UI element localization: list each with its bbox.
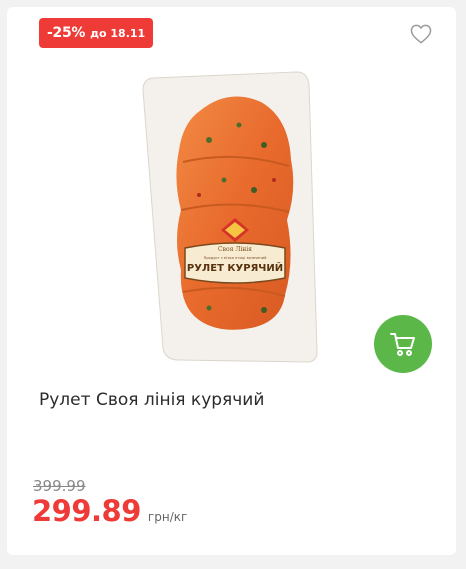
package-brand: Своя Лінія [218, 246, 252, 253]
discount-until: до 18.11 [90, 26, 146, 40]
current-price: 299.89 [32, 494, 141, 528]
product-image[interactable]: Своя Лінія Продукт з м'яса птиці запечен… [139, 70, 319, 366]
old-price: 399.99 [33, 477, 86, 495]
discount-percent: -25% [47, 25, 86, 41]
heart-outline-icon [410, 24, 432, 44]
cart-icon [390, 333, 415, 356]
favorite-button[interactable] [407, 21, 435, 47]
add-to-cart-button[interactable] [374, 315, 432, 373]
product-title[interactable]: Рулет Своя лінія курячий [39, 390, 439, 410]
product-card[interactable]: -25% до 18.11 Своя Лінія Продукт з м'яса… [7, 7, 456, 555]
discount-badge: -25% до 18.11 [39, 18, 154, 48]
price-row: 299.89 грн/кг [32, 494, 187, 528]
price-unit: грн/кг [147, 510, 188, 524]
package-subtitle: Продукт з м'яса птиці запечений [204, 256, 267, 260]
package-name: РУЛЕТ КУРЯЧИЙ [187, 261, 283, 274]
